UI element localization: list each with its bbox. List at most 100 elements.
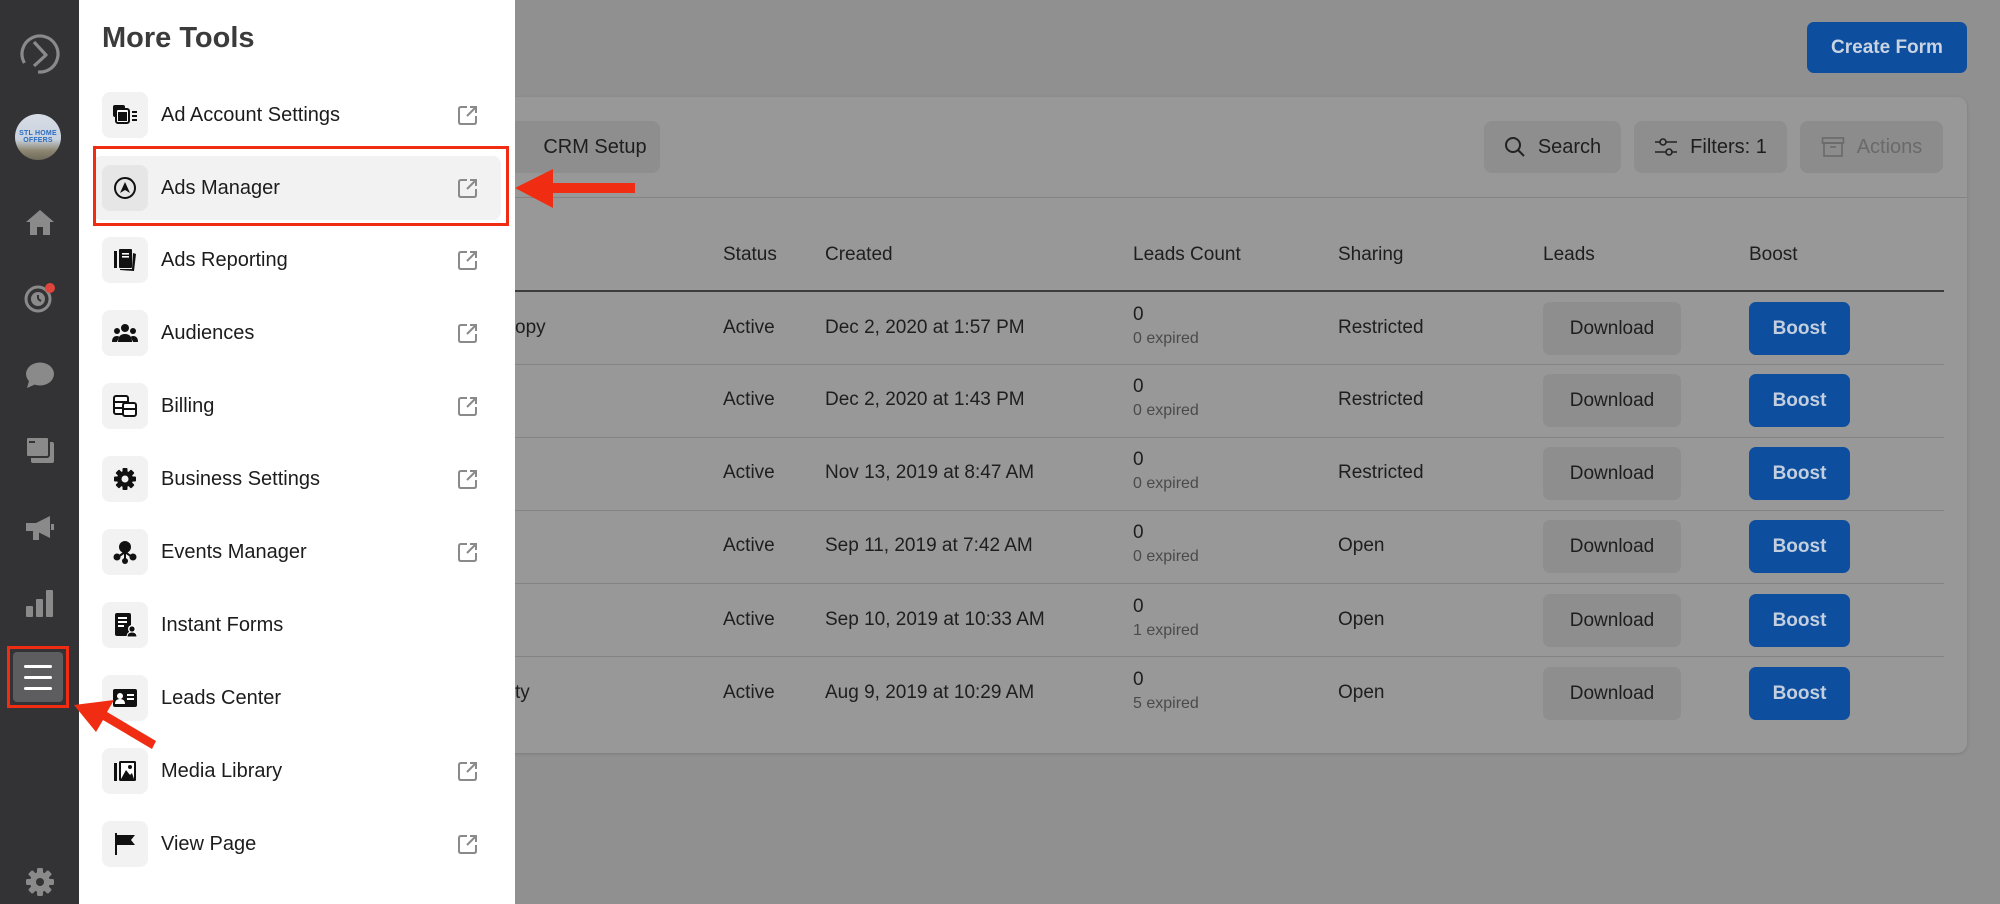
menu-item-label: Ads Manager <box>161 176 280 199</box>
external-link-icon <box>457 249 479 271</box>
created-cell: Dec 2, 2020 at 1:43 PM <box>825 389 1025 410</box>
home-icon[interactable] <box>0 202 79 242</box>
expired-count-cell: 5 expired <box>1133 695 1199 712</box>
activity-notifications-icon[interactable] <box>0 278 79 318</box>
status-cell: Active <box>723 682 775 703</box>
created-cell: Sep 11, 2019 at 7:42 AM <box>825 535 1033 556</box>
created-cell: Nov 13, 2019 at 8:47 AM <box>825 462 1035 483</box>
menu-item-view-page[interactable]: View Page <box>93 812 501 876</box>
boost-button[interactable]: Boost <box>1749 667 1850 720</box>
leads-count-cell: 0 <box>1133 669 1144 690</box>
filters-sliders-icon <box>1655 138 1678 156</box>
menu-item-events-manager[interactable]: Events Manager <box>93 520 501 584</box>
created-cell: Aug 9, 2019 at 10:29 AM <box>825 682 1035 703</box>
leads-count-cell: 0 <box>1133 449 1144 470</box>
avatar-text-line-2: OFFERS <box>23 137 53 144</box>
menu-item-ads-reporting[interactable]: Ads Reporting <box>93 228 501 292</box>
menu-item-label: Audiences <box>161 321 255 344</box>
leads-count-cell: 0 <box>1133 304 1144 325</box>
download-leads-button[interactable]: Download <box>1543 447 1681 500</box>
boost-button[interactable]: Boost <box>1749 374 1850 427</box>
archive-box-icon <box>1821 137 1845 157</box>
boost-button[interactable]: Boost <box>1749 302 1850 355</box>
external-link-icon <box>457 177 479 199</box>
boost-button[interactable]: Boost <box>1749 447 1850 500</box>
menu-item-audiences[interactable]: Audiences <box>93 301 501 365</box>
ad-account-settings-icon <box>102 92 148 138</box>
sharing-cell: Restricted <box>1338 317 1424 338</box>
create-form-button[interactable]: Create Form <box>1807 22 1967 73</box>
expired-count-cell: 0 expired <box>1133 548 1199 565</box>
menu-item-label: Business Settings <box>161 467 320 490</box>
menu-item-label: Leads Center <box>161 686 282 709</box>
search-label: Search <box>1537 135 1602 158</box>
menu-item-billing[interactable]: Billing <box>93 374 501 438</box>
column-header-created[interactable]: Created <box>825 244 893 266</box>
posts-stories-icon[interactable] <box>0 430 79 470</box>
menu-item-leads-center[interactable]: Leads Center <box>93 666 501 730</box>
column-header-sharing[interactable]: Sharing <box>1338 244 1404 266</box>
download-leads-button[interactable]: Download <box>1543 594 1681 647</box>
external-link-icon <box>457 541 479 563</box>
expired-count-cell: 1 expired <box>1133 622 1199 639</box>
filters-label: Filters: 1 <box>1690 135 1767 158</box>
actions-button[interactable]: Actions <box>1800 121 1943 173</box>
download-leads-button[interactable]: Download <box>1543 374 1681 427</box>
menu-item-business-settings[interactable]: Business Settings <box>93 447 501 511</box>
status-cell: Active <box>723 317 775 338</box>
created-cell: Dec 2, 2020 at 1:57 PM <box>825 317 1025 338</box>
download-leads-button[interactable]: Download <box>1543 667 1681 720</box>
form-name-cell[interactable]: opy <box>515 317 546 339</box>
inbox-chat-icon[interactable] <box>0 355 79 395</box>
leads-center-icon <box>102 675 148 721</box>
business-settings-icon <box>102 456 148 502</box>
status-cell: Active <box>723 609 775 630</box>
menu-item-label: Ads Reporting <box>161 248 288 271</box>
external-link-icon <box>457 104 479 126</box>
menu-item-media-library[interactable]: Media Library <box>93 739 501 803</box>
column-header-boost: Boost <box>1749 244 1798 265</box>
settings-gear-icon[interactable] <box>0 862 79 902</box>
sharing-cell: Open <box>1338 609 1385 630</box>
download-leads-button[interactable]: Download <box>1543 520 1681 573</box>
menu-item-ads-manager[interactable]: Ads Manager <box>93 156 501 220</box>
form-name-cell[interactable]: ty <box>515 682 530 704</box>
boost-button[interactable]: Boost <box>1749 520 1850 573</box>
page-avatar[interactable]: STL HOME OFFERS <box>15 114 61 160</box>
leads-count-cell: 0 <box>1133 596 1144 617</box>
leads-count-cell: 0 <box>1133 376 1144 397</box>
expired-count-cell: 0 expired <box>1133 402 1199 419</box>
sharing-cell: Open <box>1338 682 1385 703</box>
column-header-status[interactable]: Status <box>723 244 777 266</box>
ads-manager-icon <box>102 165 148 211</box>
external-link-icon <box>457 395 479 417</box>
column-header-leads-count[interactable]: Leads Count <box>1133 244 1241 266</box>
sharing-cell: Open <box>1338 535 1385 556</box>
avatar-text-line-1: STL HOME <box>19 130 57 137</box>
menu-item-label: Billing <box>161 394 215 417</box>
all-tools-menu-button[interactable] <box>7 646 69 708</box>
leads-count-cell: 0 <box>1133 522 1144 543</box>
boost-button[interactable]: Boost <box>1749 594 1850 647</box>
menu-item-label: Ad Account Settings <box>161 103 341 126</box>
events-manager-icon <box>102 529 148 575</box>
crm-setup-label: CRM Setup <box>543 135 647 158</box>
menu-item-label: Events Manager <box>161 540 307 563</box>
filters-button[interactable]: Filters: 1 <box>1634 121 1787 173</box>
meta-business-logo-icon[interactable] <box>0 30 79 78</box>
insights-bar-chart-icon[interactable] <box>0 583 79 623</box>
instant-forms-icon <box>102 602 148 648</box>
column-header-leads: Leads <box>1543 244 1595 265</box>
toolbar-divider <box>515 197 1967 198</box>
menu-item-instant-forms[interactable]: Instant Forms <box>93 593 501 657</box>
audiences-icon <box>102 310 148 356</box>
actions-label: Actions <box>1856 135 1923 158</box>
sharing-cell: Restricted <box>1338 389 1424 410</box>
download-leads-button[interactable]: Download <box>1543 302 1681 355</box>
ads-megaphone-icon[interactable] <box>0 508 79 548</box>
sharing-cell: Restricted <box>1338 462 1424 483</box>
external-link-icon <box>457 833 479 855</box>
search-button[interactable]: Search <box>1484 121 1621 173</box>
menu-item-ad-account-settings[interactable]: Ad Account Settings <box>93 83 501 147</box>
status-cell: Active <box>723 389 775 410</box>
